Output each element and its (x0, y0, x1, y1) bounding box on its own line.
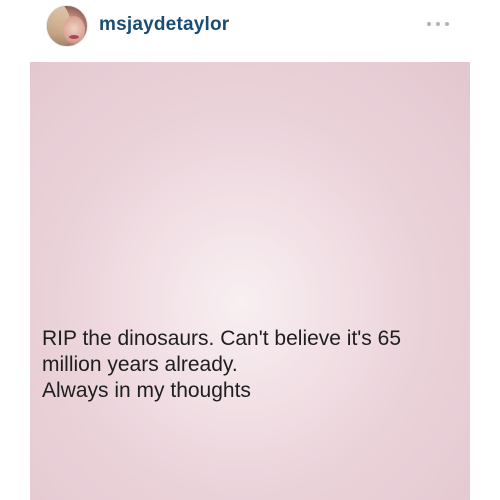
avatar-face (63, 16, 85, 44)
more-dot (445, 22, 449, 26)
post-text-line: million years already. (42, 353, 238, 376)
instagram-post-screenshot: msjaydetaylor RIP the dinosaurs. Can't b… (0, 0, 500, 500)
post-caption-text: RIP the dinosaurs. Can't believe it's 65… (42, 326, 462, 404)
post-text-line: RIP the dinosaurs. Can't believe it's 65 (42, 327, 401, 350)
post-image[interactable]: RIP the dinosaurs. Can't believe it's 65… (30, 62, 470, 500)
avatar-lips (69, 35, 79, 39)
post-header: msjaydetaylor (0, 0, 500, 62)
more-options-icon[interactable] (427, 20, 449, 28)
post-text-line: Always in my thoughts (42, 379, 251, 402)
username-link[interactable]: msjaydetaylor (99, 14, 229, 36)
profile-avatar[interactable] (46, 5, 88, 47)
more-dot (436, 22, 440, 26)
more-dot (427, 22, 431, 26)
